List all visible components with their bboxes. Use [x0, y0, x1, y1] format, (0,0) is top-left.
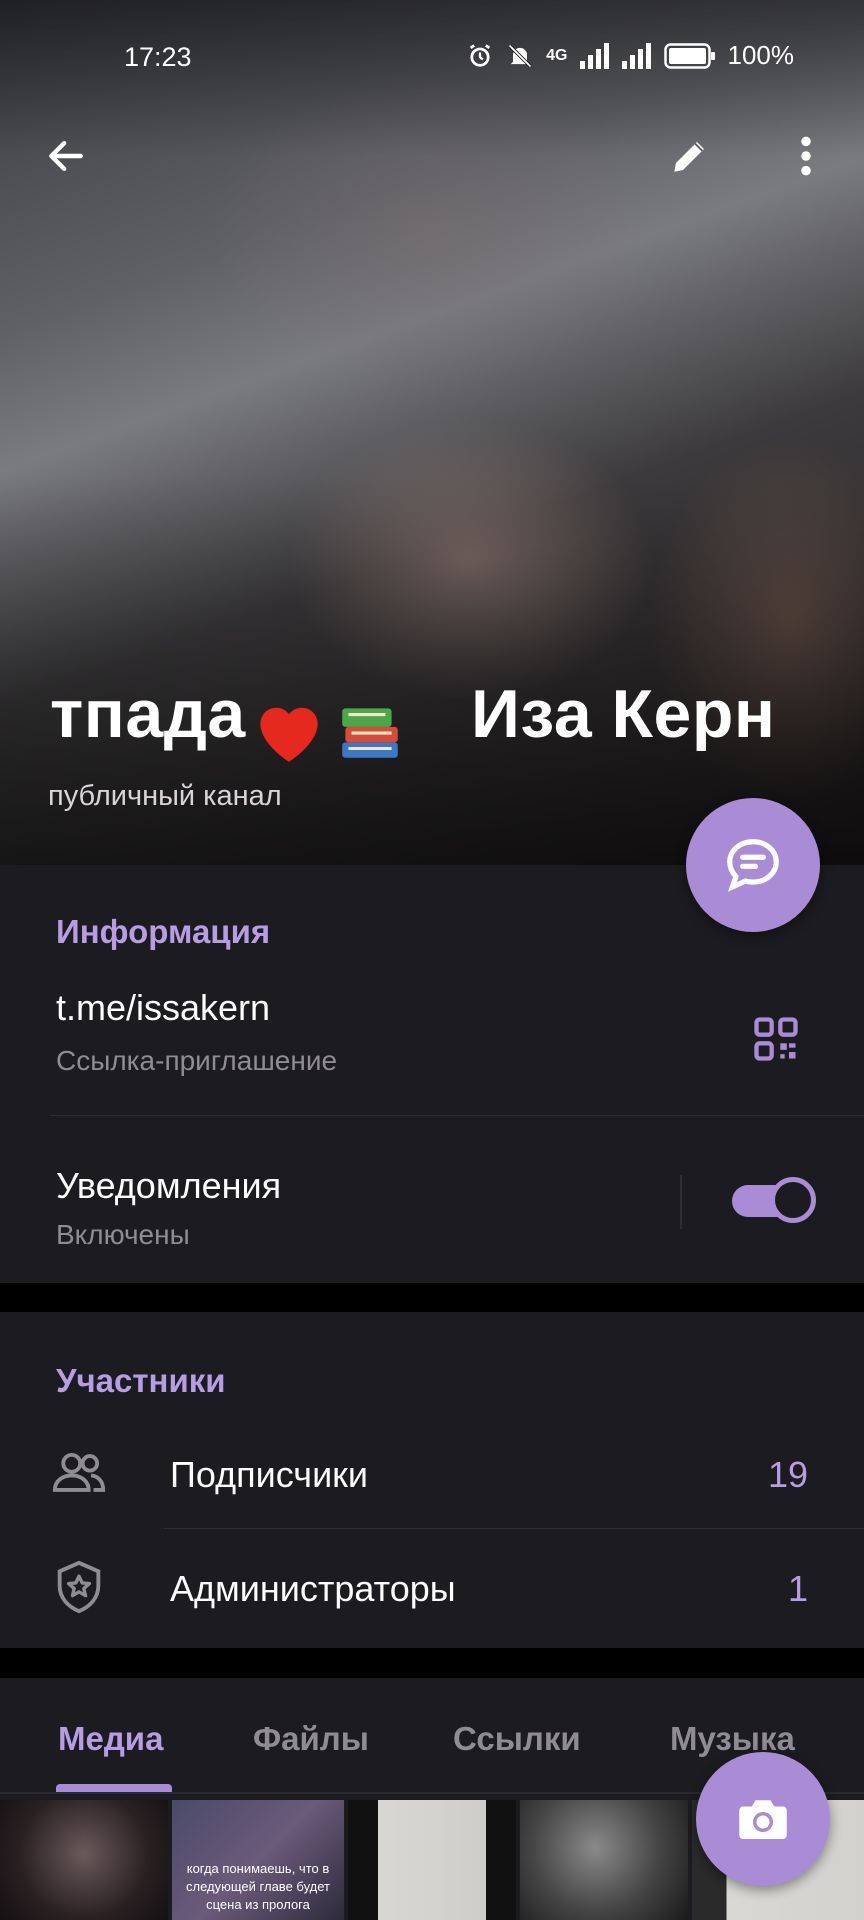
- more-options-button[interactable]: [778, 128, 834, 184]
- administrators-count: 1: [787, 1568, 808, 1609]
- signal-icon-1: [579, 42, 609, 69]
- subscribers-count: 19: [767, 1454, 808, 1495]
- edit-button[interactable]: [662, 128, 718, 184]
- channel-title-part1: тпада: [50, 676, 246, 752]
- info-heading: Информация: [56, 913, 271, 950]
- media-thumbnail[interactable]: [520, 1800, 688, 1920]
- thumbnail-caption: когда понимаешь, что в следующей главе б…: [186, 1861, 330, 1912]
- notifications-label: Уведомления: [56, 1165, 282, 1206]
- channel-title-part2: Иза Керн: [471, 676, 776, 752]
- tab-music[interactable]: Музыка: [670, 1720, 795, 1758]
- tab-links[interactable]: Ссылки: [453, 1720, 581, 1758]
- active-tab-indicator: [56, 1784, 172, 1792]
- channel-type: публичный канал: [48, 780, 282, 812]
- members-divider: [164, 1528, 864, 1529]
- status-bar: 17:23 4G 100%: [0, 38, 864, 78]
- tab-files[interactable]: Файлы: [253, 1720, 369, 1758]
- media-thumbnail[interactable]: [0, 1800, 168, 1920]
- media-thumbnail[interactable]: когда понимаешь, что в следующей главе б…: [172, 1800, 344, 1920]
- camera-button[interactable]: [696, 1752, 830, 1886]
- subscribers-label: Подписчики: [170, 1454, 369, 1495]
- network-type: 4G: [546, 46, 568, 64]
- arrow-left-icon: [49, 140, 83, 172]
- people-icon: [52, 1452, 106, 1492]
- battery-percent: 100%: [727, 40, 795, 70]
- members-section: Участники Подписчики 19 Администраторы 1: [0, 1312, 864, 1648]
- camera-icon: [739, 1800, 787, 1839]
- qr-code-icon: [754, 1017, 798, 1061]
- notifications-toggle[interactable]: [732, 1177, 816, 1223]
- administrators-row[interactable]: Администраторы 1: [0, 1530, 864, 1640]
- status-icons: 4G 100%: [466, 40, 794, 71]
- subscribers-row[interactable]: Подписчики 19: [0, 1422, 864, 1526]
- info-divider: [50, 1115, 864, 1116]
- more-vertical-icon: [801, 136, 811, 176]
- signal-icon-2: [621, 42, 651, 69]
- media-thumbnail[interactable]: [348, 1800, 516, 1920]
- notifications-state: Включены: [56, 1219, 190, 1250]
- shield-star-icon: [57, 1560, 101, 1614]
- pencil-icon: [674, 142, 704, 172]
- invite-link-row[interactable]: t.me/issakern Ссылка-приглашение: [0, 965, 864, 1076]
- tab-media[interactable]: Медиа: [58, 1720, 163, 1758]
- alarm-icon: [470, 43, 491, 67]
- heart-emoji-icon: [250, 695, 328, 765]
- chat-bubble-icon: [727, 839, 779, 892]
- invite-link-caption: Ссылка-приглашение: [56, 1045, 338, 1076]
- administrators-label: Администраторы: [170, 1568, 456, 1609]
- channel-title: тпада Иза Керн: [50, 675, 830, 765]
- toggle-separator: [680, 1175, 682, 1229]
- invite-link[interactable]: t.me/issakern: [56, 987, 270, 1029]
- qr-code-button[interactable]: [750, 1013, 806, 1069]
- mute-bell-icon: [508, 43, 532, 68]
- status-time: 17:23: [124, 42, 192, 72]
- discussion-button[interactable]: [686, 798, 820, 932]
- members-heading: Участники: [56, 1362, 226, 1399]
- back-button[interactable]: [38, 128, 94, 184]
- battery-icon: [663, 42, 715, 69]
- toggle-knob: [770, 1177, 816, 1223]
- books-emoji-icon: [333, 695, 407, 765]
